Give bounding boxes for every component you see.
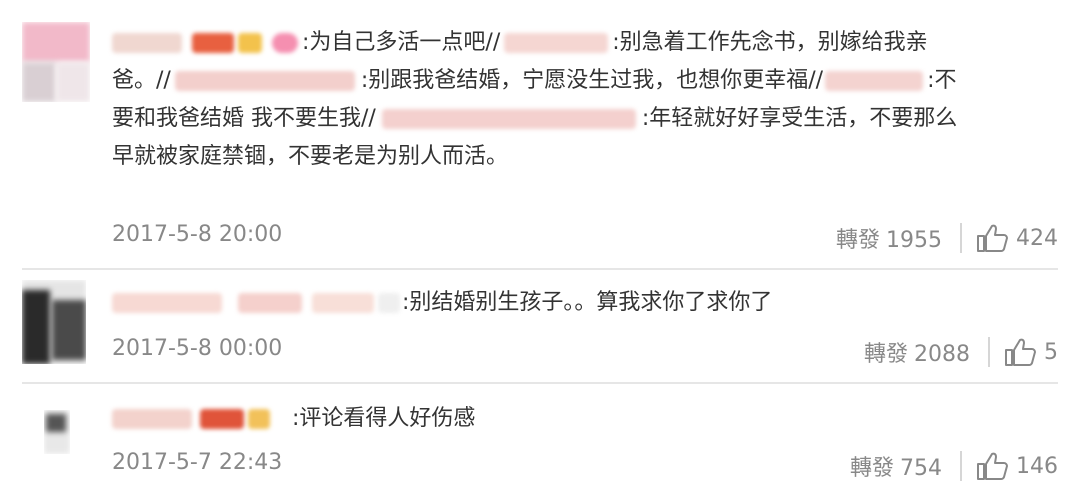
timestamp: 2017-5-7 22:43 bbox=[112, 450, 283, 475]
thumbs-up-icon bbox=[977, 452, 1008, 480]
comment-divider bbox=[22, 268, 1058, 270]
comment-text: :评论看得人好伤感 bbox=[112, 400, 1052, 438]
thumbs-up-icon bbox=[977, 224, 1008, 252]
mention-mask[interactable] bbox=[823, 68, 927, 94]
like-count: 146 bbox=[1016, 453, 1058, 479]
comment-meta: 2017-5-8 20:00 轉發 1955 424 bbox=[112, 222, 1058, 254]
comment-meta: 2017-5-8 00:00 轉發 2088 5 bbox=[112, 336, 1058, 368]
divider bbox=[988, 337, 990, 367]
username-mask[interactable] bbox=[112, 290, 402, 316]
repost-button[interactable]: 轉發 1955 bbox=[836, 222, 942, 254]
avatar[interactable] bbox=[44, 410, 70, 454]
timestamp: 2017-5-8 00:00 bbox=[112, 336, 283, 361]
repost-count: 1955 bbox=[886, 228, 942, 253]
timestamp: 2017-5-8 20:00 bbox=[112, 222, 283, 247]
comment-text: :别结婚别生孩子。。算我求你了求你了 bbox=[112, 284, 1052, 322]
repost-label: 轉發 bbox=[849, 456, 894, 481]
divider bbox=[960, 223, 962, 253]
divider bbox=[960, 451, 962, 481]
username-mask[interactable] bbox=[112, 30, 302, 56]
avatar[interactable] bbox=[22, 22, 90, 102]
mention-mask[interactable] bbox=[500, 30, 612, 56]
thumbs-up-icon bbox=[1005, 338, 1036, 366]
username-mask[interactable] bbox=[112, 406, 292, 432]
comment-text: :为自己多活一点吧// :别急着工作先念书，别嫁给我亲 爸。// :别跟我爸结婚… bbox=[112, 30, 958, 169]
repost-count: 754 bbox=[900, 456, 942, 481]
like-button[interactable]: 5 bbox=[1004, 337, 1058, 367]
comment-meta: 2017-5-7 22:43 轉發 754 146 bbox=[112, 450, 1058, 482]
mention-mask[interactable] bbox=[171, 68, 361, 94]
repost-label: 轉發 bbox=[835, 228, 880, 253]
comment-divider bbox=[22, 382, 1058, 384]
repost-button[interactable]: 轉發 754 bbox=[850, 450, 942, 482]
mention-mask[interactable] bbox=[376, 106, 642, 132]
repost-button[interactable]: 轉發 2088 bbox=[864, 336, 970, 368]
repost-label: 轉發 bbox=[863, 342, 908, 367]
avatar[interactable] bbox=[22, 280, 86, 364]
repost-count: 2088 bbox=[914, 342, 970, 367]
like-button[interactable]: 146 bbox=[976, 451, 1058, 481]
like-count: 5 bbox=[1044, 339, 1058, 365]
like-button[interactable]: 424 bbox=[976, 223, 1058, 253]
like-count: 424 bbox=[1016, 225, 1058, 251]
